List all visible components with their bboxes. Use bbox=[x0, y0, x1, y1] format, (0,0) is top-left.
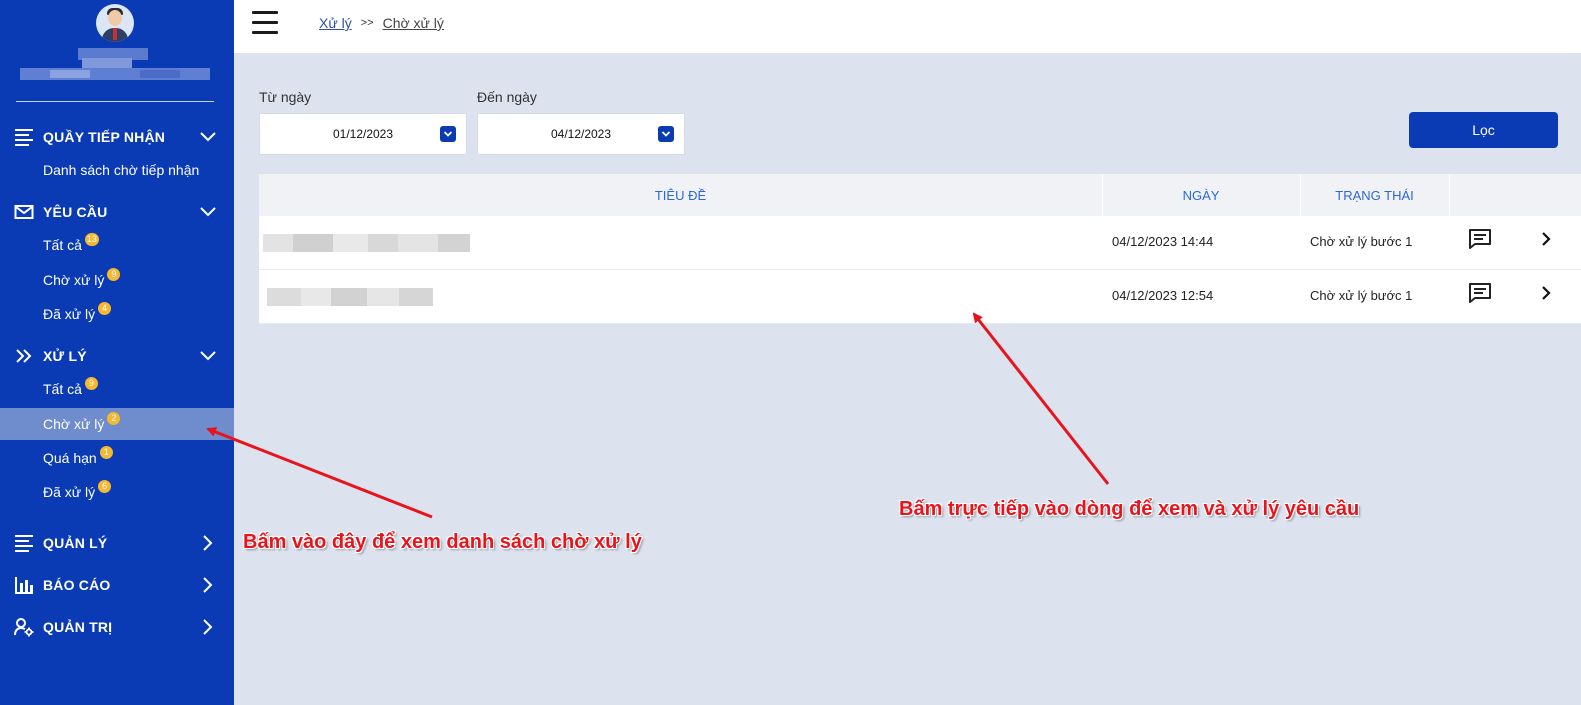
sidebar-item-danh-sach-cho-tiep-nhan[interactable]: Danh sách chờ tiếp nhận bbox=[0, 154, 234, 186]
section-title: QUẢN TRỊ bbox=[43, 619, 113, 635]
count-badge: 9 bbox=[84, 376, 98, 390]
row-status: Chờ xử lý bước 1 bbox=[1310, 234, 1413, 249]
sidebar-item-label: Chờ xử lý bbox=[43, 272, 105, 288]
section-yeu-cau[interactable]: YÊU CẦU bbox=[14, 200, 226, 224]
section-xu-ly[interactable]: XỬ LÝ bbox=[14, 344, 226, 368]
section-title: QUẢN LÝ bbox=[43, 535, 108, 551]
comment-icon[interactable] bbox=[1468, 228, 1492, 250]
bar-chart-icon bbox=[14, 575, 34, 595]
section-bao-cao[interactable]: BÁO CÁO bbox=[14, 573, 226, 597]
chevron-down-icon[interactable] bbox=[198, 127, 218, 147]
to-date-picker[interactable]: 04/12/2023 bbox=[477, 113, 685, 155]
column-header-date[interactable]: NGÀY bbox=[1102, 174, 1300, 216]
breadcrumb-current[interactable]: Chờ xử lý bbox=[383, 15, 444, 31]
breadcrumb-separator: >> bbox=[360, 17, 374, 29]
sidebar-item-yeu-cau-tat-ca[interactable]: Tất cả 13 bbox=[0, 229, 234, 261]
arrow-to-sidebar-item bbox=[206, 427, 433, 519]
from-date-label: Từ ngày bbox=[259, 89, 312, 105]
section-title: QUẦY TIẾP NHẬN bbox=[43, 129, 166, 145]
table-row[interactable]: 04/12/2023 14:44 Chờ xử lý bước 1 bbox=[259, 216, 1581, 270]
user-settings-icon bbox=[14, 617, 34, 637]
chevron-right-icon[interactable] bbox=[198, 575, 218, 595]
table-row[interactable]: 04/12/2023 12:54 Chờ xử lý bước 1 bbox=[259, 270, 1581, 324]
sidebar-item-label: Tất cả bbox=[43, 237, 82, 253]
mail-icon bbox=[14, 202, 34, 222]
count-badge: 13 bbox=[84, 232, 99, 246]
section-quan-tri[interactable]: QUẢN TRỊ bbox=[14, 615, 226, 639]
top-bar: Xử lý >> Chờ xử lý bbox=[234, 0, 1581, 53]
hamburger-menu-icon[interactable] bbox=[252, 11, 278, 35]
comment-icon[interactable] bbox=[1468, 282, 1492, 304]
sidebar: QUẦY TIẾP NHẬN Danh sách chờ tiếp nhận Y… bbox=[0, 0, 234, 705]
to-date-label: Đến ngày bbox=[477, 89, 537, 105]
section-quay-tiep-nhan[interactable]: QUẦY TIẾP NHẬN bbox=[14, 125, 226, 149]
section-title: XỬ LÝ bbox=[43, 348, 87, 364]
sidebar-item-xu-ly-da-xu-ly[interactable]: Đã xử lý 6 bbox=[0, 476, 234, 508]
to-date-value: 04/12/2023 bbox=[550, 127, 612, 141]
chevron-right-icon[interactable] bbox=[198, 617, 218, 637]
count-badge: 6 bbox=[98, 479, 112, 493]
from-date-value: 01/12/2023 bbox=[332, 127, 394, 141]
chevron-right-icon[interactable] bbox=[1538, 230, 1554, 248]
list-icon bbox=[14, 533, 34, 553]
chevron-down-icon[interactable] bbox=[658, 126, 674, 142]
breadcrumb: Xử lý >> Chờ xử lý bbox=[319, 15, 444, 31]
chevron-down-icon[interactable] bbox=[198, 346, 218, 366]
sidebar-item-label: Chờ xử lý bbox=[43, 416, 105, 432]
table-header: TIÊU ĐỀ NGÀY TRẠNG THÁI bbox=[259, 174, 1581, 216]
row-date: 04/12/2023 14:44 bbox=[1112, 234, 1214, 249]
annotation-row-hint: Bấm trực tiếp vào dòng để xem và xử lý y… bbox=[899, 498, 1360, 520]
sidebar-divider bbox=[16, 101, 214, 102]
sidebar-item-label: Tất cả bbox=[43, 381, 82, 397]
arrow-to-table-row bbox=[972, 312, 1110, 485]
row-date: 04/12/2023 12:54 bbox=[1112, 288, 1214, 303]
count-badge: 2 bbox=[107, 411, 121, 425]
count-badge: 1 bbox=[99, 445, 113, 459]
filter-button[interactable]: Lọc bbox=[1409, 112, 1558, 148]
chevron-right-icon[interactable] bbox=[198, 533, 218, 553]
count-badge: 4 bbox=[98, 301, 112, 315]
sidebar-item-xu-ly-cho-xu-ly[interactable]: Chờ xử lý 2 bbox=[0, 408, 234, 440]
double-chevron-icon bbox=[14, 346, 34, 366]
list-icon bbox=[14, 127, 34, 147]
section-title: BÁO CÁO bbox=[43, 577, 111, 593]
column-header-status[interactable]: TRẠNG THÁI bbox=[1300, 174, 1449, 216]
chevron-down-icon[interactable] bbox=[440, 126, 456, 142]
column-header-title[interactable]: TIÊU ĐỀ bbox=[259, 174, 1102, 216]
breadcrumb-link-xu-ly[interactable]: Xử lý bbox=[319, 15, 352, 31]
sidebar-item-xu-ly-tat-ca[interactable]: Tất cả 9 bbox=[0, 373, 234, 405]
user-name-redacted bbox=[20, 48, 210, 88]
section-title: YÊU CẦU bbox=[43, 204, 108, 220]
sidebar-item-yeu-cau-cho-xu-ly[interactable]: Chờ xử lý 9 bbox=[0, 264, 234, 296]
count-badge: 9 bbox=[107, 267, 121, 281]
from-date-picker[interactable]: 01/12/2023 bbox=[259, 113, 467, 155]
sidebar-item-label: Quá hạn bbox=[43, 450, 97, 466]
sidebar-item-xu-ly-qua-han[interactable]: Quá hạn 1 bbox=[0, 442, 234, 474]
sidebar-item-label: Danh sách chờ tiếp nhận bbox=[43, 162, 200, 178]
request-table: TIÊU ĐỀ NGÀY TRẠNG THÁI 04/12/2023 14:44… bbox=[259, 174, 1581, 324]
sidebar-item-label: Đã xử lý bbox=[43, 484, 96, 500]
chevron-down-icon[interactable] bbox=[198, 202, 218, 222]
row-status: Chờ xử lý bước 1 bbox=[1310, 288, 1413, 303]
chevron-right-icon[interactable] bbox=[1538, 284, 1554, 302]
sidebar-item-yeu-cau-da-xu-ly[interactable]: Đã xử lý 4 bbox=[0, 298, 234, 330]
annotation-arrows bbox=[206, 312, 1110, 519]
sidebar-item-label: Đã xử lý bbox=[43, 306, 96, 322]
annotation-sidebar-hint: Bấm vào đây để xem danh sách chờ xử lý bbox=[243, 531, 642, 553]
avatar[interactable] bbox=[96, 4, 134, 42]
section-quan-ly[interactable]: QUẢN LÝ bbox=[14, 531, 226, 555]
